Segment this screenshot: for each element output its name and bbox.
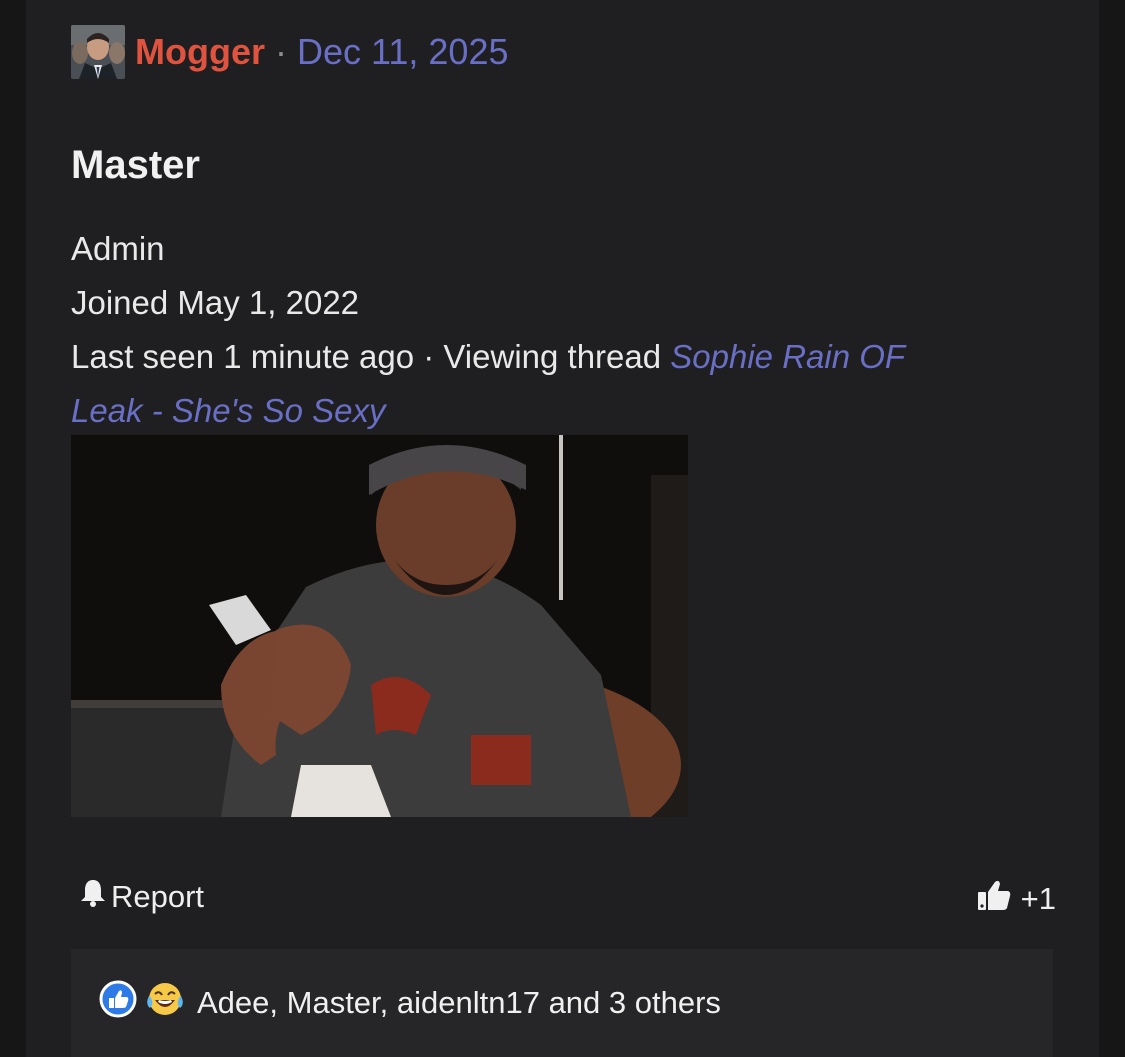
post-date[interactable]: Dec 11, 2025 — [297, 31, 508, 73]
reaction-gif[interactable] — [71, 435, 688, 817]
viewing-thread-link-continued[interactable]: Leak - She's So Sexy — [71, 384, 1061, 438]
like-count: +1 — [1020, 881, 1056, 916]
author-name[interactable]: Mogger — [135, 31, 265, 73]
thumbs-up-icon — [977, 878, 1011, 920]
post-card: Mogger · Dec 11, 2025 Master Admin Joine… — [26, 0, 1099, 1057]
reaction-gif-image — [71, 435, 688, 817]
thread-title-part2: Leak - She's So Sexy — [71, 392, 386, 429]
page: Mogger · Dec 11, 2025 Master Admin Joine… — [0, 0, 1125, 1057]
byline-separator: · — [275, 31, 287, 72]
bell-icon — [79, 878, 107, 916]
profile-name: Master — [71, 143, 200, 187]
avatar-image — [71, 25, 125, 79]
thread-title-part1: Sophie Rain OF — [670, 338, 906, 375]
avatar[interactable] — [71, 25, 125, 79]
post-header: Mogger · Dec 11, 2025 — [71, 24, 508, 80]
report-button[interactable]: Report — [79, 878, 204, 916]
post-byline: Mogger · Dec 11, 2025 — [135, 31, 508, 73]
report-label: Report — [111, 879, 205, 914]
like-button[interactable]: +1 — [977, 878, 1056, 920]
like-reaction-icon — [99, 980, 137, 1026]
reactions-bar[interactable]: Adee, Master, aidenltn17 and 3 others — [71, 949, 1053, 1057]
last-seen-text: Last seen 1 minute ago · Viewing thread — [71, 338, 671, 375]
profile-role: Admin — [71, 230, 165, 267]
post-actions: Report +1 — [71, 870, 1056, 920]
reactions-summary[interactable]: Adee, Master, aidenltn17 and 3 others — [197, 985, 721, 1021]
reaction-icons — [99, 980, 185, 1026]
laughing-crying-emoji-icon — [145, 980, 185, 1026]
viewing-thread-link[interactable]: Sophie Rain OF — [670, 338, 905, 375]
profile-activity: Last seen 1 minute ago · Viewing thread … — [71, 330, 1061, 384]
profile-joined: Joined May 1, 2022 — [71, 284, 360, 321]
profile-meta: Admin Joined May 1, 2022 Last seen 1 min… — [71, 222, 1061, 438]
